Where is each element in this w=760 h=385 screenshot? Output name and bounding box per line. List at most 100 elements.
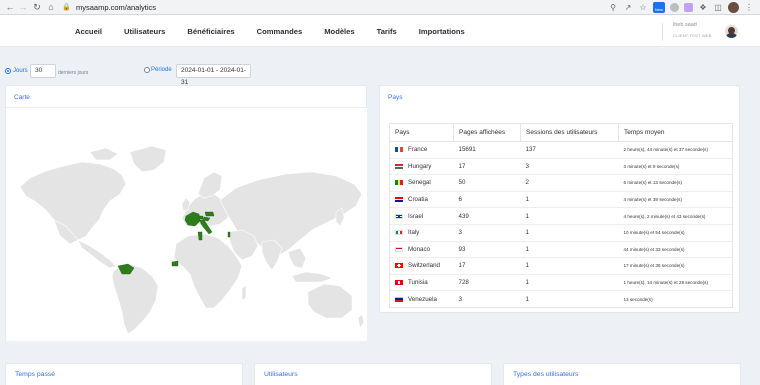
time-cell: 1 heure(s), 14 minute(s) et 28 seconde(s… [618,273,733,291]
country-cell-content: Croatia [395,192,454,208]
it-flag-icon [395,230,403,236]
pages-cell: 6 [453,190,521,208]
tn-flag-icon [395,280,403,286]
countries-card: Pays Pays Pages affichées Sessions des u… [379,85,740,313]
table-row: Switzerland 17 1 17 minute(s) et 36 seconde… [389,257,733,275]
sessions-cell: 1 [520,273,619,291]
il-flag-icon [395,213,403,219]
users-card: Utilisateurs [254,363,492,385]
world-map-svg [19,145,365,335]
home-icon[interactable]: ⌂ [44,0,58,14]
table-row: Croatia 6 1 4 minute(s) et 39 seconde(s) [389,190,733,208]
nav-beneficiaires[interactable]: Bénéficiaires [187,27,234,36]
date-filters: Jours 30 derniers jours Période 2024-01-… [0,62,760,86]
fr-flag-icon [395,147,403,153]
table-row: Hungary 17 3 3 minute(s) et 9 seconde(s) [389,157,733,175]
time-cell: 3 minute(s) et 9 seconde(s) [618,157,733,175]
country-name: Hungary [408,162,432,170]
jours-input[interactable]: 30 [30,64,56,78]
country-cell-content: France [395,142,454,158]
nav-utilisateurs[interactable]: Utilisateurs [124,27,165,36]
periode-input[interactable]: 2024-01-01 - 2024-01-31 [176,64,251,86]
table-row: Monaco 93 1 44 minute(s) et 33 seconde(s) [389,240,733,258]
table-row: Italy 3 1 10 minute(s) et 54 seconde(s) [389,223,733,242]
forward-icon[interactable]: → [16,0,30,14]
pages-cell: 17 [453,157,521,175]
user-info[interactable]: iheb saad CLIENT TEST WEB [673,22,714,38]
country-cell-content: Senegal [395,175,454,191]
extension-square-icon[interactable] [684,3,693,12]
time-cell: 2 heure(s), 44 minute(s) et 37 seconde(s… [618,141,733,159]
ch-flag-icon [395,263,403,269]
map-card-title: Carte [14,94,30,101]
user-types-title: Types des utilisateurs [513,371,579,378]
sessions-cell: 1 [520,257,619,275]
sessions-cell: 1 [520,240,619,258]
country-name: Croatia [408,196,428,204]
zoom-icon[interactable]: ⚲ [608,3,618,13]
country-cell: Monaco [389,240,454,258]
bookmark-star-icon[interactable]: ☆ [638,3,648,13]
country-name: Tunisia [408,279,428,287]
main-nav: Accueil Utilisateurs Bénéficiaires Comma… [64,15,476,47]
country-cell: Switzerland [389,257,454,275]
country-cell-content: Switzerland [395,258,454,274]
extension-circle-icon[interactable] [670,3,679,12]
table-row: Tunisia 728 1 1 heure(s), 14 minute(s) et 2… [389,273,733,291]
lock-icon: 🔒 [62,4,71,11]
profile-icon[interactable] [728,2,739,13]
time-cell: 4 minute(s) et 39 seconde(s) [618,190,733,208]
nav-commandes[interactable]: Commandes [257,27,303,36]
sessions-cell: 3 [520,157,619,175]
url-text: mysaamp.com/analytics [76,2,157,12]
jours-label: Jours [13,68,28,74]
mc-flag-icon [395,246,403,252]
nav-accueil[interactable]: Accueil [75,27,102,36]
jours-radio[interactable] [5,68,11,74]
address-bar[interactable]: 🔒 mysaamp.com/analytics [62,1,622,13]
menu-dots-icon[interactable]: ⋮ [744,3,754,13]
user-name: iheb saad [673,22,697,28]
pages-cell: 15691 [453,141,521,159]
country-name: Israel [408,212,424,220]
pages-cell: 50 [453,174,521,192]
world-map[interactable] [6,108,367,341]
map-card: Carte [5,85,367,341]
nav-modeles[interactable]: Modèles [324,27,354,36]
back-icon[interactable]: ← [3,0,17,14]
country-cell: France [389,141,454,159]
time-cell: 13 seconde(s) [618,290,733,308]
table-row: Venezuela 3 1 13 seconde(s) [389,290,733,308]
sessions-cell: 1 [520,223,619,242]
avatar[interactable] [725,25,738,38]
country-cell: Senegal [389,174,454,192]
new-extension-icon[interactable]: New [653,2,665,13]
column-header-pages[interactable]: Pages affichées [453,123,521,142]
country-name: Switzerland [408,262,440,270]
table-header-row: Pays Pages affichées Sessions des utilis… [389,123,733,142]
browser-toolbar: ← → ↻ ⌂ 🔒 mysaamp.com/analytics ⚲ ↗ ☆ Ne… [0,0,760,15]
sn-flag-icon [395,180,403,186]
table-row: Israel 439 1 4 heure(s), 2 minute(s) et 43 … [389,207,733,225]
pages-cell: 3 [453,223,521,242]
hu-flag-icon [395,163,403,169]
nav-importations[interactable]: Importations [419,27,465,36]
country-cell: Israel [389,207,454,225]
column-header-pays[interactable]: Pays [389,123,454,142]
column-header-temps[interactable]: Temps moyen [618,123,733,142]
sidebar-icon[interactable]: ◫ [713,3,723,13]
puzzle-icon[interactable]: ❖ [698,3,708,13]
jours-suffix: derniers jours [58,70,89,76]
reload-icon[interactable]: ↻ [30,0,44,14]
country-cell: Croatia [389,190,454,208]
periode-radio[interactable] [144,67,150,73]
country-cell-content: Tunisia [395,275,454,291]
time-spent-title: Temps passé [15,371,56,378]
time-cell: 4 heure(s), 2 minute(s) et 43 seconde(s) [618,207,733,225]
time-cell: 44 minute(s) et 33 seconde(s) [618,240,733,258]
pages-cell: 93 [453,240,521,258]
column-header-sessions[interactable]: Sessions des utilisateurs [520,123,619,142]
hr-flag-icon [395,197,403,203]
nav-tarifs[interactable]: Tarifs [377,27,397,36]
share-icon[interactable]: ↗ [623,3,633,13]
